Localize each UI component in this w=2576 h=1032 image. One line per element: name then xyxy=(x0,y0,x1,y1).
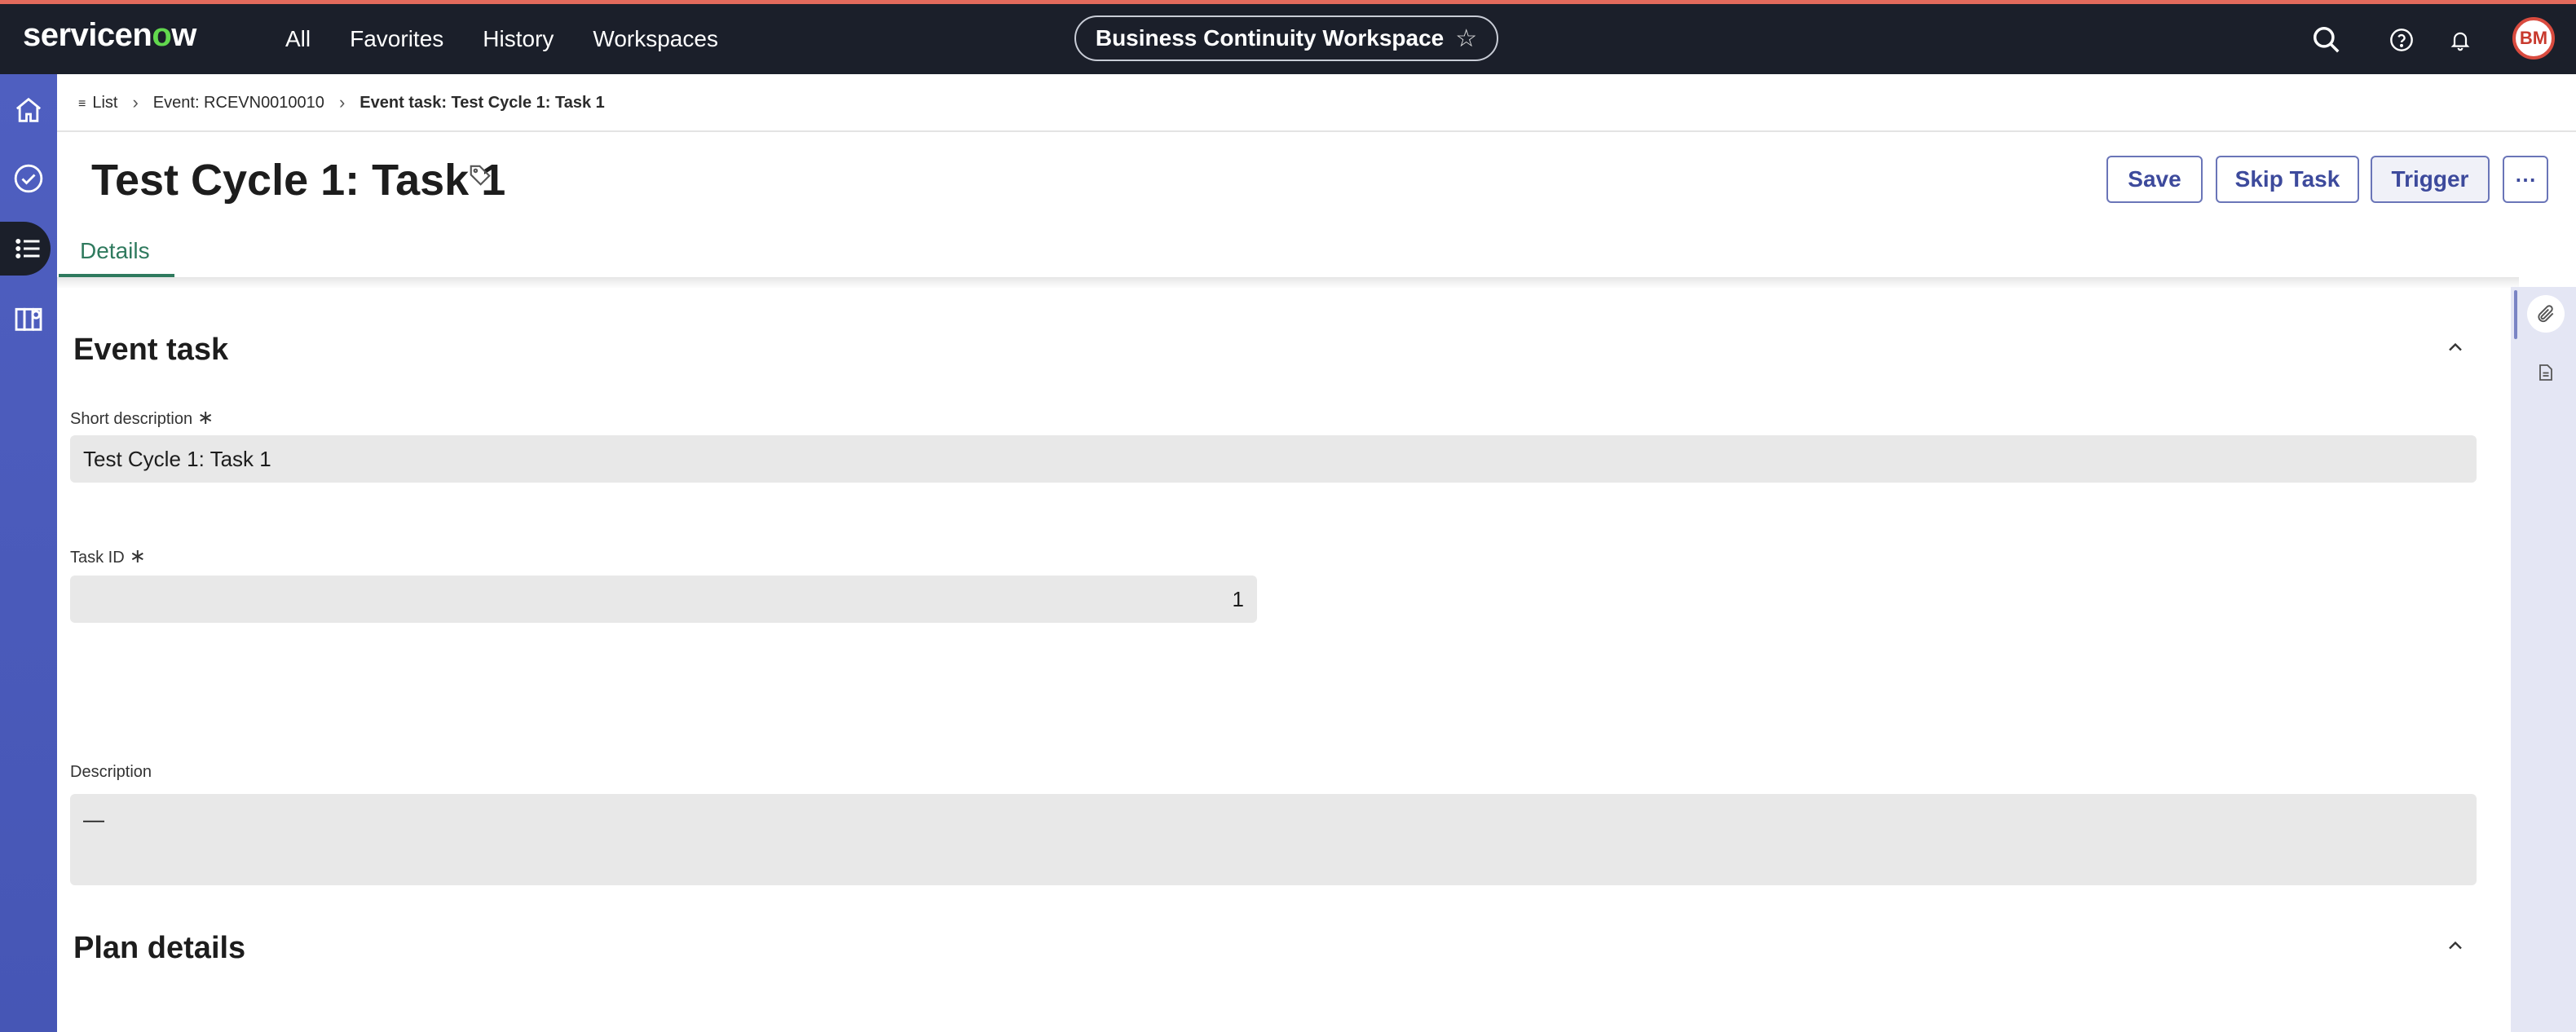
short-description-label: Short description ∗ xyxy=(70,407,214,429)
star-icon[interactable]: ☆ xyxy=(1455,24,1477,53)
save-button[interactable]: Save xyxy=(2106,156,2203,203)
description-label: Description xyxy=(70,763,152,781)
more-actions-button[interactable]: ⋯ xyxy=(2503,156,2548,203)
list-small-icon: ≡ xyxy=(78,96,86,111)
workspace-selector[interactable]: Business Continuity Workspace ☆ xyxy=(1074,15,1498,61)
paperclip-icon[interactable] xyxy=(2527,295,2565,333)
help-icon[interactable] xyxy=(2384,22,2419,58)
trigger-button[interactable]: Trigger xyxy=(2371,156,2490,203)
workspace-name: Business Continuity Workspace xyxy=(1095,25,1445,51)
chevron-up-icon[interactable] xyxy=(2439,331,2472,364)
section-plan-details-title: Plan details xyxy=(73,931,246,965)
description-field[interactable]: — xyxy=(70,794,2477,885)
scroll-handle[interactable] xyxy=(2514,290,2517,339)
divider xyxy=(57,130,2576,132)
tag-icon[interactable] xyxy=(468,163,492,192)
nav-links: All Favorites History Workspaces xyxy=(285,4,718,74)
left-rail xyxy=(0,74,57,1032)
short-description-field[interactable]: Test Cycle 1: Task 1 xyxy=(70,435,2477,483)
top-navigation: servicenow All Favorites History Workspa… xyxy=(0,4,2576,74)
breadcrumb-current: Event task: Test Cycle 1: Task 1 xyxy=(359,93,605,112)
nav-workspaces[interactable]: Workspaces xyxy=(593,26,718,52)
required-icon: ∗ xyxy=(197,407,214,429)
chevron-right-icon: › xyxy=(338,92,346,112)
chevron-right-icon: › xyxy=(132,92,139,112)
list-icon[interactable] xyxy=(0,220,57,277)
bell-icon[interactable] xyxy=(2442,22,2478,58)
skip-task-button[interactable]: Skip Task xyxy=(2216,156,2359,203)
map-icon[interactable] xyxy=(0,290,57,347)
breadcrumb: ≡ List › Event: RCEVN0010010 › Event task… xyxy=(78,86,605,119)
search-icon[interactable] xyxy=(2309,22,2344,58)
home-icon[interactable] xyxy=(0,82,57,139)
header-shadow xyxy=(57,277,2519,289)
task-id-label: Task ID ∗ xyxy=(70,545,146,567)
right-rail xyxy=(2511,287,2576,1032)
avatar[interactable]: BM xyxy=(2512,17,2555,60)
breadcrumb-event[interactable]: Event: RCEVN0010010 xyxy=(153,94,324,112)
chevron-up-icon[interactable] xyxy=(2439,929,2472,962)
document-icon[interactable] xyxy=(2527,354,2565,391)
nav-all[interactable]: All xyxy=(285,26,311,52)
breadcrumb-list[interactable]: ≡ List xyxy=(78,94,117,112)
task-id-field[interactable]: 1 xyxy=(70,576,1257,623)
checkmark-icon[interactable] xyxy=(0,150,57,207)
nav-favorites[interactable]: Favorites xyxy=(350,26,443,52)
page-title: Test Cycle 1: Task 1 xyxy=(91,156,506,205)
required-icon: ∗ xyxy=(129,545,146,567)
section-event-task-title: Event task xyxy=(73,333,229,367)
nav-history[interactable]: History xyxy=(483,26,554,52)
servicenow-logo[interactable]: servicenow xyxy=(23,17,196,54)
tab-details[interactable]: Details xyxy=(80,238,150,264)
